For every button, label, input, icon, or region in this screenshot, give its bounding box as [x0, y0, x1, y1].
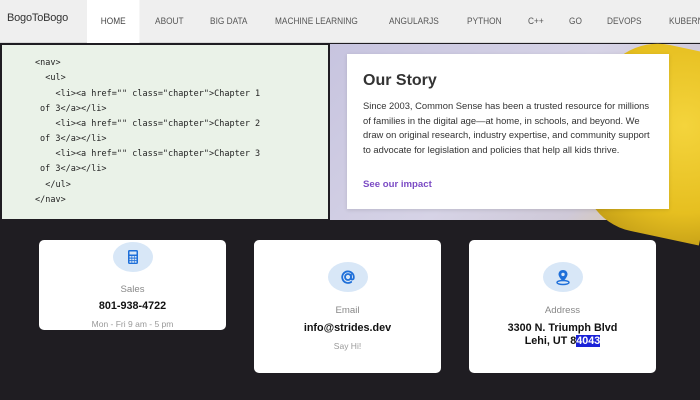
at-sign-icon	[327, 262, 368, 292]
code-snippet-panel: <nav> <ul> <li><a href="" class="chapter…	[2, 45, 328, 219]
code-line: of 3</a></li>	[40, 164, 107, 174]
address-line-2: Lehi, UT 84043	[469, 334, 656, 348]
email-greeting: Say Hi!	[333, 341, 362, 351]
code-line: of 3</a></li>	[40, 134, 107, 144]
sales-label: Sales	[120, 284, 145, 295]
sales-card: Sales 801-938-4722 Mon - Fri 9 am - 5 pm	[39, 240, 226, 330]
sales-hours: Mon - Fri 9 am - 5 pm	[91, 319, 174, 329]
site-brand[interactable]: BogoToBogo	[7, 12, 68, 24]
nav-item-kubernetes[interactable]: KUBERNETES	[658, 0, 700, 43]
address-line-2-text: Lehi, UT 8	[524, 335, 577, 347]
sales-phone[interactable]: 801-938-4722	[39, 299, 226, 313]
nav-item-python[interactable]: PYTHON	[456, 0, 513, 43]
selected-text: 4043	[576, 335, 601, 347]
code-line: <ul>	[35, 73, 66, 83]
code-line: of 3</a></li>	[40, 104, 107, 114]
address-line-1: 3300 N. Triumph Blvd	[507, 322, 618, 334]
calculator-icon	[112, 242, 153, 272]
nav-menu: HOME ABOUT BIG DATA MACHINE LEARNING ANG…	[87, 0, 700, 43]
nav-item-angularjs[interactable]: ANGULARJS	[378, 0, 450, 43]
story-text: Since 2003, Common Sense has been a trus…	[363, 100, 650, 155]
address-label: Address	[544, 305, 581, 316]
our-story-card: Our Story Since 2003, Common Sense has b…	[347, 54, 669, 209]
see-our-impact-link[interactable]: See our impact	[363, 179, 432, 190]
code-line: <li><a href="" class="chapter">Chapter 2	[35, 119, 261, 129]
top-nav: BogoToBogo HOME ABOUT BIG DATA MACHINE L…	[0, 0, 700, 43]
nav-item-devops[interactable]: DEVOPS	[596, 0, 653, 43]
code-line: </nav>	[35, 195, 66, 205]
nav-item-home[interactable]: HOME	[87, 0, 140, 43]
nav-item-big-data[interactable]: BIG DATA	[199, 0, 258, 43]
code-line: <li><a href="" class="chapter">Chapter 1	[35, 89, 261, 99]
email-card: Email info@strides.dev Say Hi!	[254, 240, 441, 373]
code-line: </ul>	[35, 180, 71, 190]
map-pin-icon	[542, 262, 583, 292]
email-address[interactable]: info@strides.dev	[254, 321, 441, 335]
nav-item-about[interactable]: ABOUT	[144, 0, 195, 43]
email-label: Email	[335, 305, 360, 316]
nav-item-go[interactable]: GO	[558, 0, 593, 43]
nav-item-machine-learning[interactable]: MACHINE LEARNING	[264, 0, 369, 43]
nav-item-cpp[interactable]: C++	[517, 0, 555, 43]
story-title: Our Story	[363, 72, 437, 89]
address-card: Address 3300 N. Triumph Blvd Lehi, UT 84…	[469, 240, 656, 373]
code-line: <nav>	[35, 58, 61, 68]
code-line: <li><a href="" class="chapter">Chapter 3	[35, 149, 261, 159]
